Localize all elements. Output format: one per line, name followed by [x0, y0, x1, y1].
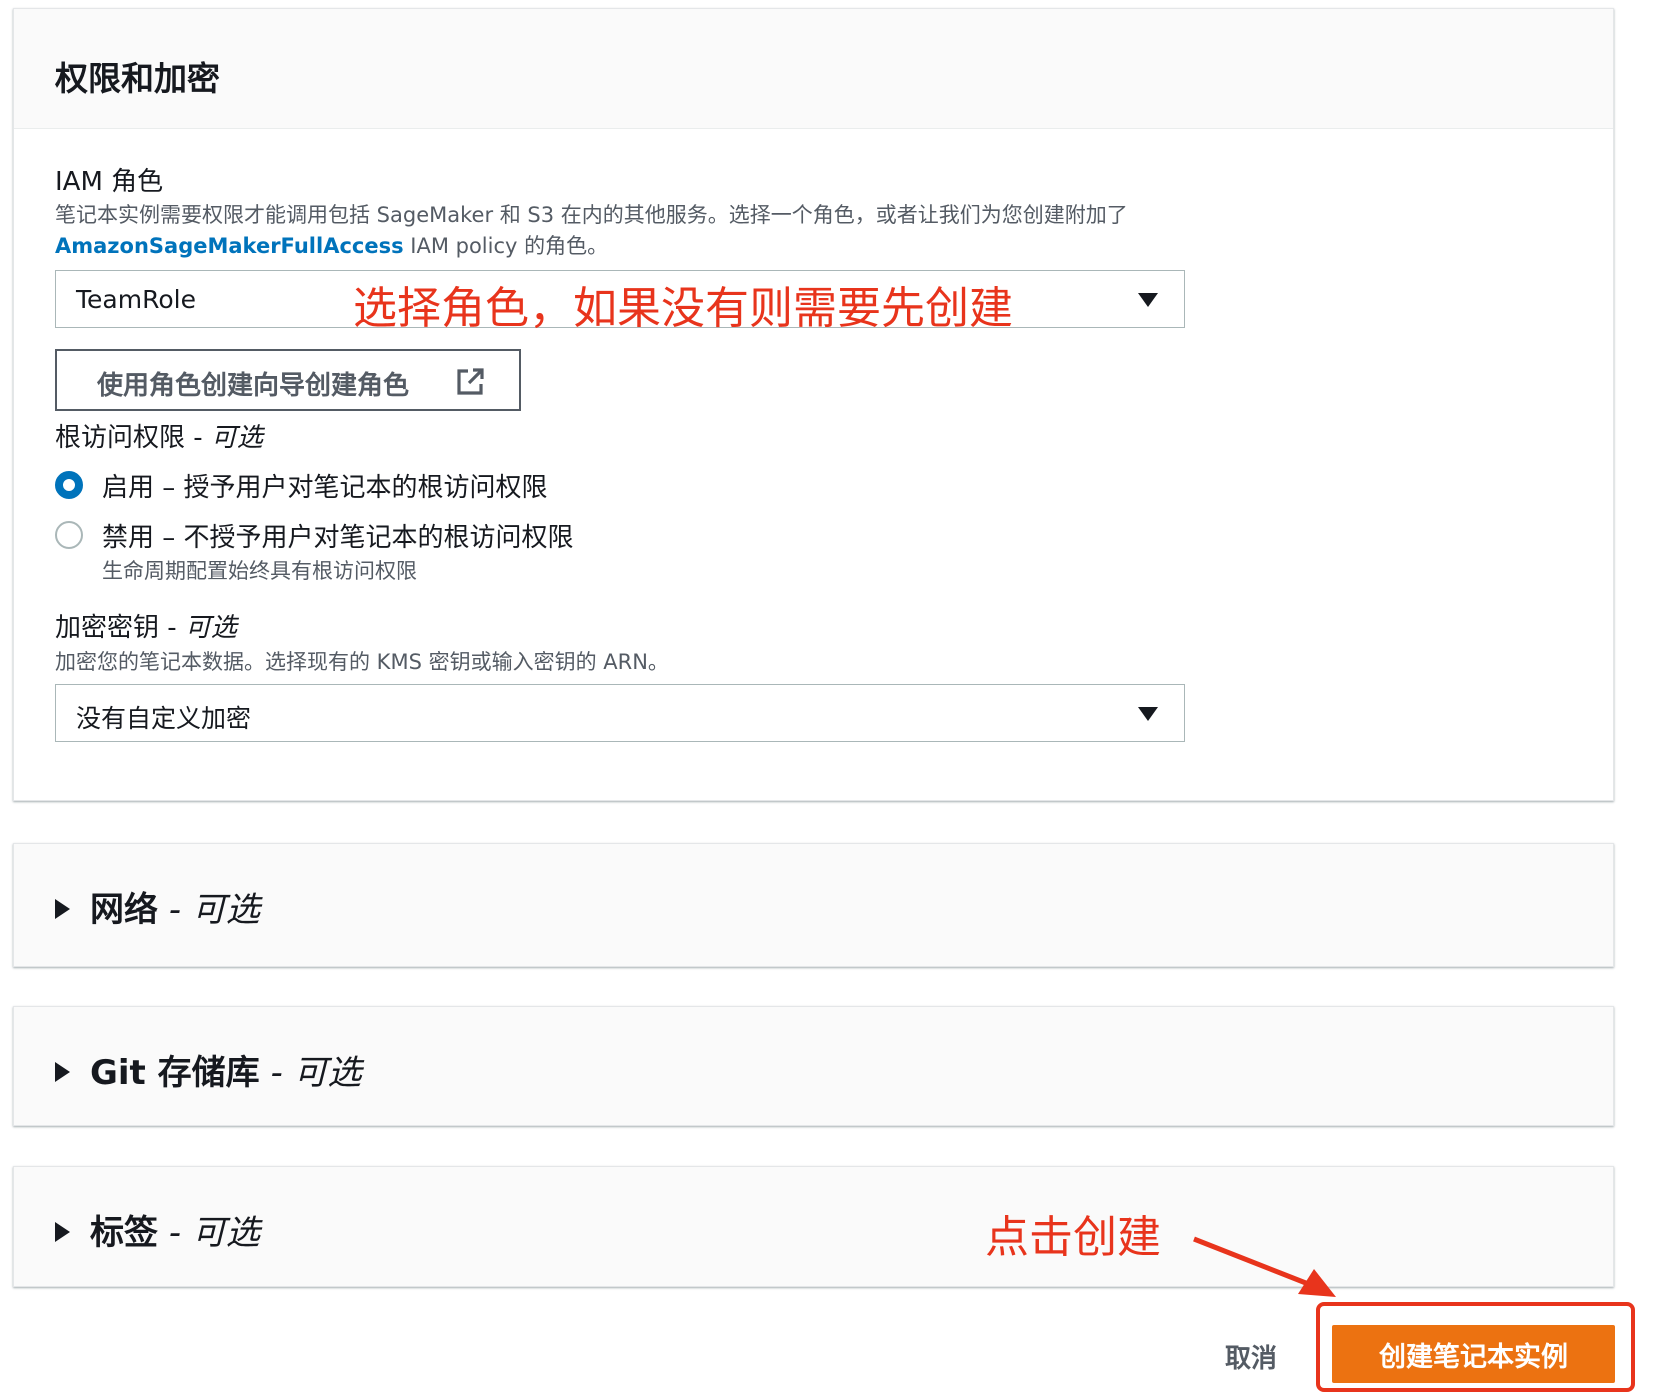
tags-section[interactable]: 标签 - 可选 — [13, 1166, 1614, 1287]
iam-role-description-line2: AmazonSageMakerFullAccess IAM policy 的角色… — [55, 230, 608, 260]
policy-link[interactable]: AmazonSageMakerFullAccess — [55, 234, 404, 258]
encryption-key-selected-value: 没有自定义加密 — [76, 704, 252, 733]
panel-header: 权限和加密 — [14, 9, 1613, 129]
tags-title-text: 标签 — [90, 1213, 158, 1253]
radio-disable-root-label: 禁用 – 不授予用户对笔记本的根访问权限 — [102, 523, 574, 553]
tags-optional: 可选 — [191, 1213, 260, 1253]
chevron-down-icon — [1138, 293, 1158, 307]
iam-role-selected-value: TeamRole — [76, 285, 196, 314]
git-title-text: Git 存储库 — [90, 1053, 260, 1093]
cancel-button[interactable]: 取消 — [1225, 1338, 1277, 1375]
network-optional: 可选 — [191, 890, 260, 930]
role-annotation: 选择角色，如果没有则需要先创建 — [353, 283, 1013, 334]
network-title-text: 网络 — [90, 890, 158, 930]
permissions-encryption-panel: 权限和加密 IAM 角色 笔记本实例需要权限才能调用包括 SageMaker 和… — [13, 8, 1614, 801]
root-access-note: 生命周期配置始终具有根访问权限 — [102, 559, 417, 583]
encryption-key-optional: 可选 — [184, 613, 237, 643]
git-optional: 可选 — [293, 1053, 362, 1093]
root-access-label: 根访问权限 - 可选 — [55, 417, 263, 454]
annotation-arrow-icon — [1193, 1236, 1336, 1297]
policy-suffix: IAM policy 的角色。 — [403, 234, 609, 258]
root-access-optional: 可选 — [210, 423, 263, 453]
git-section-title[interactable]: Git 存储库 - 可选 — [55, 1045, 362, 1094]
encryption-key-label: 加密密钥 - 可选 — [55, 607, 237, 644]
encryption-key-description: 加密您的笔记本数据。选择现有的 KMS 密钥或输入密钥的 ARN。 — [55, 650, 669, 674]
tags-title-dash: - — [158, 1213, 192, 1253]
network-title-dash: - — [158, 890, 192, 930]
iam-role-description: 笔记本实例需要权限才能调用包括 SageMaker 和 S3 在内的其他服务。选… — [55, 203, 1128, 227]
radio-disable-root[interactable] — [55, 521, 83, 549]
create-notebook-instance-button[interactable]: 创建笔记本实例 — [1332, 1325, 1615, 1383]
create-role-wizard-button[interactable]: 使用角色创建向导创建角色 — [55, 349, 521, 411]
caret-right-icon — [55, 1061, 70, 1082]
iam-role-label: IAM 角色 — [55, 167, 164, 197]
network-section[interactable]: 网络 - 可选 — [13, 843, 1614, 967]
create-annotation: 点击创建 — [985, 1212, 1161, 1263]
network-section-title[interactable]: 网络 - 可选 — [55, 882, 260, 931]
caret-right-icon — [55, 898, 70, 919]
root-access-label-text: 根访问权限 - — [55, 423, 211, 453]
caret-right-icon — [55, 1221, 70, 1242]
external-link-icon — [457, 368, 484, 395]
create-role-wizard-label: 使用角色创建向导创建角色 — [97, 371, 410, 401]
radio-enable-root-label: 启用 – 授予用户对笔记本的根访问权限 — [102, 473, 548, 503]
tags-section-title[interactable]: 标签 - 可选 — [55, 1205, 260, 1254]
encryption-key-select[interactable]: 没有自定义加密 — [55, 684, 1185, 742]
encryption-key-label-text: 加密密钥 - — [55, 613, 185, 643]
git-title-dash: - — [259, 1053, 294, 1093]
radio-enable-root[interactable] — [55, 471, 83, 499]
panel-title: 权限和加密 — [55, 59, 220, 98]
chevron-down-icon — [1138, 707, 1158, 721]
git-repositories-section[interactable]: Git 存储库 - 可选 — [13, 1006, 1614, 1126]
